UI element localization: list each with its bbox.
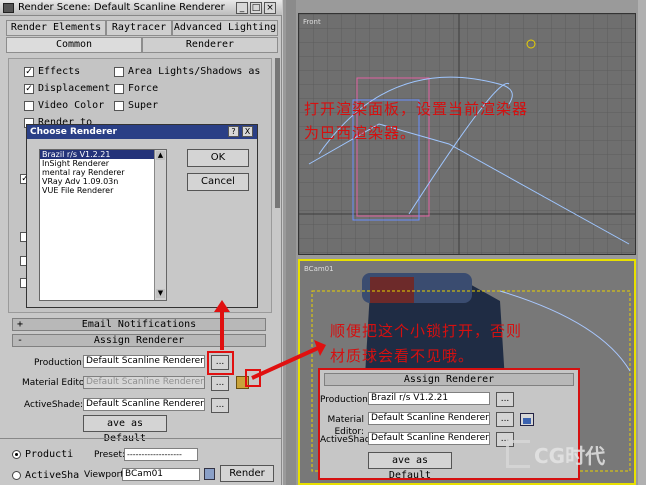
zoom-production-label: Production: <box>320 395 371 405</box>
lock-body <box>523 418 531 424</box>
zoom-save-as-default-button[interactable]: ave as Default <box>368 452 452 481</box>
zoom-assign-renderer-title: Assign Renderer <box>324 373 574 386</box>
zoom-activeshade-field[interactable]: Default Scanline Renderer <box>368 432 490 445</box>
zoom-production-field[interactable]: Brazil r/s V1.2.21 <box>368 392 490 405</box>
arrow-up <box>214 300 230 350</box>
watermark-text: CG时代 <box>534 444 606 468</box>
zoom-production-choose-button[interactable]: ... <box>496 392 514 407</box>
arrow-right <box>251 346 319 380</box>
zoom-activeshade-label: ActiveShade: <box>320 435 380 445</box>
zoom-unlock-icon[interactable] <box>520 413 534 426</box>
zoom-material-choose-button[interactable]: ... <box>496 412 514 427</box>
zoom-material-editor-field[interactable]: Default Scanline Renderer <box>368 412 490 425</box>
watermark-logo <box>506 440 530 468</box>
